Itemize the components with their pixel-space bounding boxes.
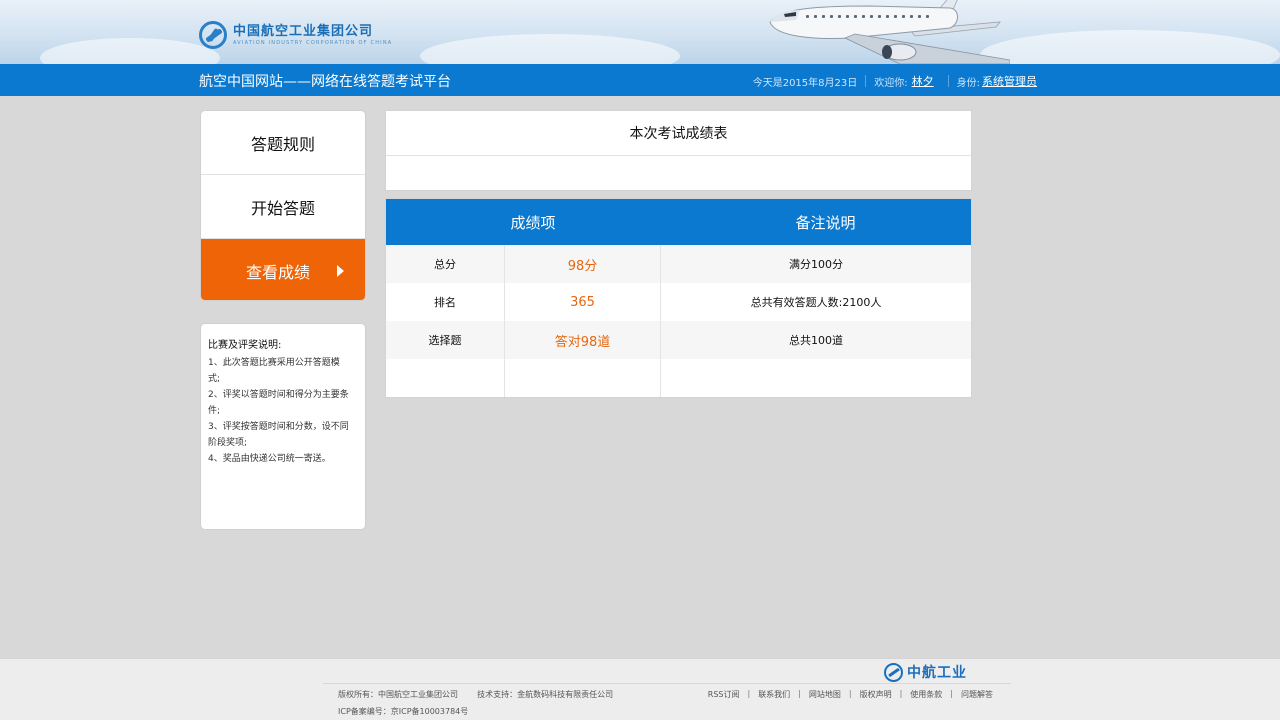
menu-item-rules[interactable]: 答题规则 [201, 111, 365, 175]
date-text: 今天是2015年8月23日 [752, 77, 858, 89]
cloud-decoration [40, 38, 220, 64]
menu-item-start-quiz[interactable]: 开始答题 [201, 175, 365, 239]
company-logo[interactable]: 中国航空工业集团公司 AVIATION INDUSTRY CORPORATION… [199, 20, 392, 50]
link-separator: | [899, 689, 903, 698]
cell-value [504, 359, 661, 397]
link-separator: | [798, 689, 801, 698]
rules-line: 式; [208, 374, 221, 384]
welcome-label: 欢迎你: [874, 77, 908, 89]
logo-name-en: AVIATION INDUSTRY CORPORATION OF CHINA [233, 39, 393, 46]
menu-item-label: 开始答题 [250, 198, 315, 218]
footer-divider [323, 683, 1011, 684]
logo-name-cn: 中国航空工业集团公司 [233, 23, 374, 39]
footer-link-sitemap[interactable]: 网站地图 [809, 689, 841, 700]
table-row: 总分 98分 满分100分 [386, 245, 971, 283]
link-separator: | [950, 689, 953, 698]
page-title: 本次考试成绩表 [386, 111, 971, 156]
table-row: 选择题 答对98道 总共100道 [386, 321, 971, 359]
cell-note: 总共有效答题人数:2100人 [750, 296, 882, 309]
role-label: 身份: [956, 77, 980, 89]
menu-item-view-scores[interactable]: 查看成绩 [201, 239, 365, 300]
support-text: 技术支持：金航数码科技有限责任公司 [477, 690, 614, 699]
rules-line: 4、奖品由快递公司统一寄送。 [208, 454, 331, 464]
cloud-decoration [420, 34, 680, 64]
avic-emblem-icon [884, 662, 903, 682]
cell-note: 满分100分 [789, 258, 843, 271]
cell-note: 总共100道 [789, 334, 843, 347]
cloud-decoration [980, 30, 1280, 64]
score-title-panel: 本次考试成绩表 [385, 110, 972, 191]
role-link[interactable]: 系统管理员 [982, 73, 1037, 89]
menu-item-label: 查看成绩 [245, 262, 310, 282]
footer-link-copyright[interactable]: 版权声明 [860, 689, 892, 700]
footer-links: RSS订阅 | 联系我们 | 网站地图 | 版权声明 | 使用条款 | 问题解答 [708, 689, 993, 700]
cell-note [661, 359, 971, 397]
footer-logo[interactable]: 中航工业 [884, 662, 967, 682]
cell-item [386, 359, 504, 397]
cell-value: 365 [504, 283, 661, 321]
rules-line: 1、此次答题比赛采用公开答题模 [208, 358, 340, 368]
rules-line: 阶段奖项; [208, 438, 248, 448]
footer-link-faq[interactable]: 问题解答 [961, 689, 993, 700]
chevron-right-icon [337, 265, 344, 277]
site-title: 航空中国网站——网络在线答题考试平台 [199, 74, 451, 90]
icp-text: ICP备案编号：京ICP备10003784号 [338, 707, 469, 716]
divider [865, 75, 867, 87]
side-menu: 答题规则 开始答题 查看成绩 [200, 110, 366, 301]
airplane-illustration [769, 0, 1010, 64]
footer-link-rss[interactable]: RSS订阅 [708, 689, 740, 700]
cell-value: 98分 [504, 245, 661, 283]
rules-line: 3、评奖按答题时间和分数，设不同 [208, 422, 349, 432]
user-name-link[interactable]: 林夕 [912, 73, 934, 89]
footer: 中航工业 版权所有：中国航空工业集团公司 技术支持：金航数码科技有限责任公司 I… [0, 658, 1280, 720]
cell-item: 总分 [434, 258, 456, 271]
link-separator: | [848, 689, 852, 698]
link-separator: | [747, 689, 751, 698]
top-nav-bar: 航空中国网站——网络在线答题考试平台 今天是2015年8月23日 欢迎你: 林夕… [0, 64, 1280, 96]
column-header-item: 成绩项 [510, 213, 556, 232]
footer-copyright: 版权所有：中国航空工业集团公司 技术支持：金航数码科技有限责任公司 [338, 689, 613, 700]
avic-emblem-icon [199, 21, 227, 49]
cell-value: 答对98道 [504, 321, 661, 359]
score-table: 成绩项 备注说明 总分 98分 满分100分 排名 365 总共有效答题人数:2… [385, 198, 972, 398]
user-info: 今天是2015年8月23日 欢迎你: 林夕 身份: 系统管理员 [753, 73, 1037, 89]
footer-link-terms[interactable]: 使用条款 [910, 689, 942, 700]
rules-title: 比赛及评奖说明: [208, 340, 282, 351]
footer-link-contact[interactable]: 联系我们 [758, 689, 790, 700]
table-row: 排名 365 总共有效答题人数:2100人 [386, 283, 971, 321]
footer-logo-text: 中航工业 [907, 665, 967, 681]
rules-line: 件; [208, 406, 221, 416]
cell-item: 选择题 [428, 334, 462, 347]
divider [947, 75, 949, 87]
rules-line: 2、评奖以答题时间和得分为主要条 [208, 390, 349, 400]
header-banner: 中国航空工业集团公司 AVIATION INDUSTRY CORPORATION… [0, 0, 1280, 64]
cell-item: 排名 [434, 296, 456, 309]
column-header-note: 备注说明 [795, 213, 856, 232]
table-row [386, 359, 971, 397]
menu-item-label: 答题规则 [250, 134, 315, 154]
table-header: 成绩项 备注说明 [386, 199, 971, 245]
copyright-text: 版权所有：中国航空工业集团公司 [338, 690, 458, 699]
rules-panel: 比赛及评奖说明: 1、此次答题比赛采用公开答题模 式; 2、评奖以答题时间和得分… [200, 323, 366, 530]
